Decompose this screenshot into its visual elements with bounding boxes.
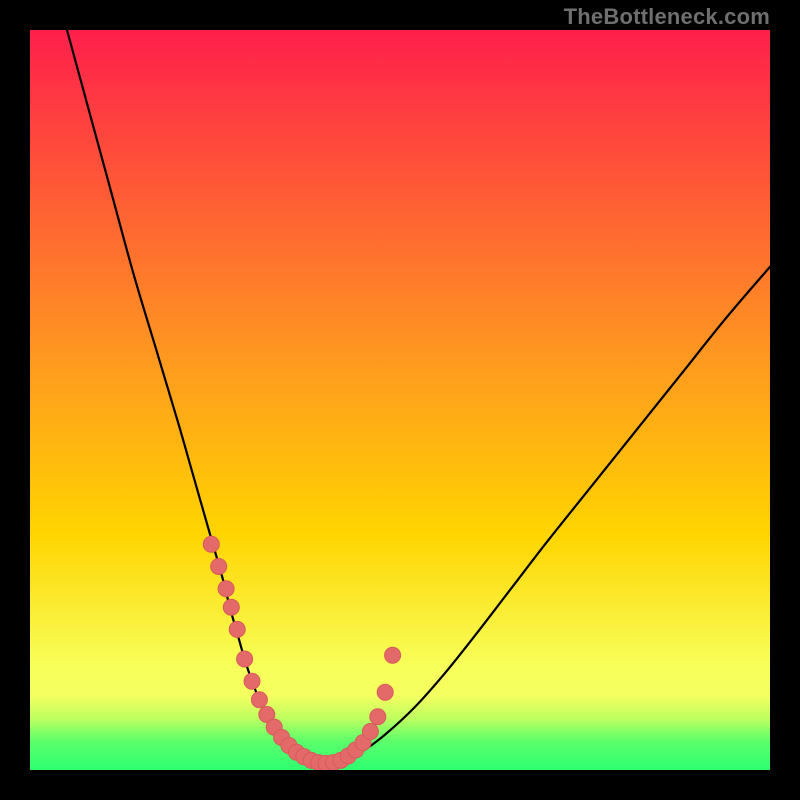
bottleneck-chart [30, 30, 770, 770]
data-marker [223, 599, 239, 615]
data-marker [377, 684, 393, 700]
data-marker [237, 651, 253, 667]
data-marker [211, 559, 227, 575]
data-marker [251, 692, 267, 708]
data-marker [203, 536, 219, 552]
data-marker [362, 724, 378, 740]
plot-area [30, 30, 770, 770]
data-marker [244, 673, 260, 689]
data-marker [229, 621, 245, 637]
chart-frame: TheBottleneck.com [0, 0, 800, 800]
data-marker [218, 581, 234, 597]
watermark-text: TheBottleneck.com [564, 4, 770, 30]
data-marker [385, 647, 401, 663]
data-marker [370, 709, 386, 725]
